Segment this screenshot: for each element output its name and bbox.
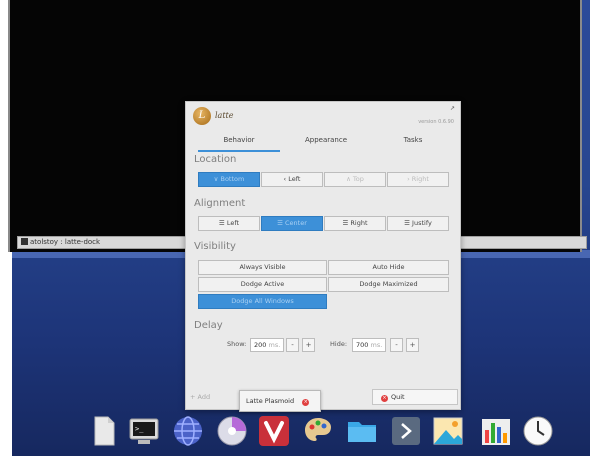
align-left-button[interactable]: ☰ Left	[198, 216, 260, 231]
show-delay-value: 200	[254, 341, 267, 349]
terminal-icon[interactable]: >_	[128, 415, 160, 447]
hide-delay-unit: ms.	[370, 341, 383, 349]
file-icon[interactable]	[88, 415, 120, 447]
terminal-title: atolstoy : latte-dock	[30, 238, 101, 246]
align-left-label: Left	[226, 219, 240, 227]
visibility-dodge-maximized-button[interactable]: Dodge Maximized	[328, 277, 449, 292]
alignment-heading: Alignment	[194, 198, 246, 209]
location-top-button[interactable]: ∧ Top	[324, 172, 386, 187]
svg-text:>_: >_	[135, 425, 144, 433]
add-widget-button[interactable]: + Add	[190, 389, 238, 405]
hide-delay-value: 700	[356, 341, 369, 349]
quit-button[interactable]: × Quit	[372, 389, 458, 405]
align-justify-label: Justify	[412, 219, 432, 227]
show-delay-increment-button[interactable]: +	[302, 338, 315, 352]
hide-delay-increment-button[interactable]: +	[406, 338, 419, 352]
tooltip-close-icon[interactable]: ×	[302, 399, 310, 406]
latte-logo-icon: L	[193, 107, 211, 125]
palette-icon[interactable]	[302, 415, 334, 447]
show-delay-decrement-button[interactable]: -	[286, 338, 299, 352]
show-delay-label: Show:	[227, 340, 247, 348]
latte-settings-dialog: L latte version 0.6.90 ↗ Behavior Appear…	[185, 101, 461, 410]
terminal-app-icon	[21, 238, 28, 245]
chart-icon[interactable]	[480, 415, 512, 447]
location-left-button[interactable]: ‹ Left	[261, 172, 323, 187]
align-left-icon: ☰	[218, 219, 225, 227]
settings-tabs: Behavior Appearance Tasks	[190, 132, 456, 152]
quit-icon: ×	[381, 395, 388, 402]
hide-delay-label: Hide:	[330, 340, 348, 348]
location-right-button[interactable]: › Right	[387, 172, 449, 187]
image-viewer-icon[interactable]	[432, 415, 464, 447]
visibility-dodge-all-windows-button[interactable]: Dodge All Windows	[198, 294, 327, 309]
vivaldi-icon[interactable]	[258, 415, 290, 447]
visibility-always-visible-button[interactable]: Always Visible	[198, 260, 327, 275]
align-justify-button[interactable]: ☰ Justify	[387, 216, 449, 231]
tab-behavior[interactable]: Behavior	[198, 132, 280, 152]
tooltip-label: Latte Plasmoid	[246, 397, 295, 405]
latte-dock: >_	[70, 409, 570, 456]
hide-delay-input[interactable]: 700 ms.	[352, 338, 386, 352]
align-center-label: Center	[285, 219, 307, 227]
folder-icon[interactable]	[346, 415, 378, 447]
arrow-right-icon[interactable]	[390, 415, 422, 447]
latte-logo-text: latte	[215, 111, 234, 120]
tab-tasks[interactable]: Tasks	[372, 132, 454, 150]
visibility-dodge-active-button[interactable]: Dodge Active	[198, 277, 327, 292]
disc-icon[interactable]	[216, 415, 248, 447]
version-label: version 0.6.90	[418, 119, 454, 125]
visibility-auto-hide-button[interactable]: Auto Hide	[328, 260, 449, 275]
align-center-icon: ☰	[277, 219, 283, 227]
hide-delay-decrement-button[interactable]: -	[390, 338, 403, 352]
delay-heading: Delay	[194, 320, 223, 331]
align-right-icon: ☰	[342, 219, 349, 227]
align-right-button[interactable]: ☰ Right	[324, 216, 386, 231]
pin-icon[interactable]: ↗	[450, 105, 455, 112]
align-center-button[interactable]: ☰ Center	[261, 216, 323, 231]
location-heading: Location	[194, 154, 237, 165]
location-bottom-button[interactable]: ∨ Bottom	[198, 172, 260, 187]
tab-appearance[interactable]: Appearance	[282, 132, 370, 150]
clock-icon[interactable]	[522, 415, 554, 447]
quit-label: Quit	[391, 393, 405, 401]
visibility-heading: Visibility	[194, 241, 236, 252]
align-right-label: Right	[350, 219, 368, 227]
align-justify-icon: ☰	[404, 219, 410, 227]
show-delay-unit: ms.	[268, 341, 281, 349]
globe-icon[interactable]	[172, 415, 204, 447]
show-delay-input[interactable]: 200 ms.	[250, 338, 284, 352]
